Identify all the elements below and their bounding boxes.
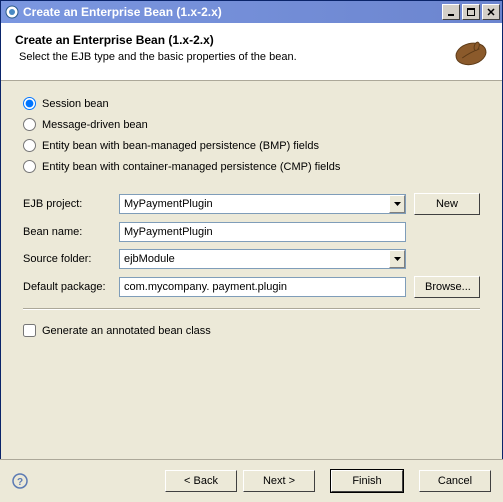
chevron-down-icon[interactable] <box>389 195 405 213</box>
radio-message-driven-bean[interactable]: Message-driven bean <box>23 118 480 131</box>
radio-bmp-entity-bean[interactable]: Entity bean with bean-managed persistenc… <box>23 139 480 152</box>
chevron-down-icon[interactable] <box>389 250 405 268</box>
maximize-button[interactable] <box>462 4 480 20</box>
radio-session-input[interactable] <box>23 97 36 110</box>
radio-mdb-input[interactable] <box>23 118 36 131</box>
generate-annotated-checkbox[interactable]: Generate an annotated bean class <box>23 324 480 337</box>
new-project-button[interactable]: New <box>414 193 480 215</box>
radio-session-label: Session bean <box>42 98 109 110</box>
bean-type-group: Session bean Message-driven bean Entity … <box>23 97 480 173</box>
ejb-project-value: MyPaymentPlugin <box>120 198 389 210</box>
cancel-button[interactable]: Cancel <box>419 470 491 492</box>
wizard-footer: ? < Back Next > Finish Cancel <box>0 459 503 502</box>
source-folder-value: ejbModule <box>120 253 389 265</box>
next-button[interactable]: Next > <box>243 470 315 492</box>
svg-text:?: ? <box>17 477 23 488</box>
title-bar: Create an Enterprise Bean (1.x-2.x) <box>1 1 502 23</box>
bean-name-input[interactable] <box>119 222 406 242</box>
radio-cmp-label: Entity bean with container-managed persi… <box>42 161 340 173</box>
back-button[interactable]: < Back <box>165 470 237 492</box>
radio-bmp-input[interactable] <box>23 139 36 152</box>
generate-annotated-label: Generate an annotated bean class <box>42 325 211 337</box>
radio-session-bean[interactable]: Session bean <box>23 97 480 110</box>
radio-cmp-entity-bean[interactable]: Entity bean with container-managed persi… <box>23 160 480 173</box>
wizard-banner: Create an Enterprise Bean (1.x-2.x) Sele… <box>1 23 502 81</box>
banner-subtitle: Select the EJB type and the basic proper… <box>19 51 452 63</box>
bean-icon <box>452 33 490 71</box>
browse-button[interactable]: Browse... <box>414 276 480 298</box>
radio-cmp-input[interactable] <box>23 160 36 173</box>
window-buttons <box>440 4 500 20</box>
radio-mdb-label: Message-driven bean <box>42 119 148 131</box>
separator <box>23 308 480 310</box>
default-package-label: Default package: <box>23 281 119 293</box>
banner-title: Create an Enterprise Bean (1.x-2.x) <box>15 33 452 47</box>
wizard-content: Session bean Message-driven bean Entity … <box>1 81 502 345</box>
generate-annotated-input[interactable] <box>23 324 36 337</box>
close-button[interactable] <box>482 4 500 20</box>
minimize-button[interactable] <box>442 4 460 20</box>
window-title: Create an Enterprise Bean (1.x-2.x) <box>23 5 440 19</box>
radio-bmp-label: Entity bean with bean-managed persistenc… <box>42 140 319 152</box>
ejb-project-label: EJB project: <box>23 198 119 210</box>
app-icon <box>5 5 19 19</box>
default-package-input[interactable] <box>119 277 406 297</box>
finish-button[interactable]: Finish <box>331 470 403 492</box>
help-icon[interactable]: ? <box>12 473 28 489</box>
source-folder-label: Source folder: <box>23 253 119 265</box>
ejb-project-combo[interactable]: MyPaymentPlugin <box>119 194 406 214</box>
source-folder-combo[interactable]: ejbModule <box>119 249 406 269</box>
bean-name-label: Bean name: <box>23 226 119 238</box>
